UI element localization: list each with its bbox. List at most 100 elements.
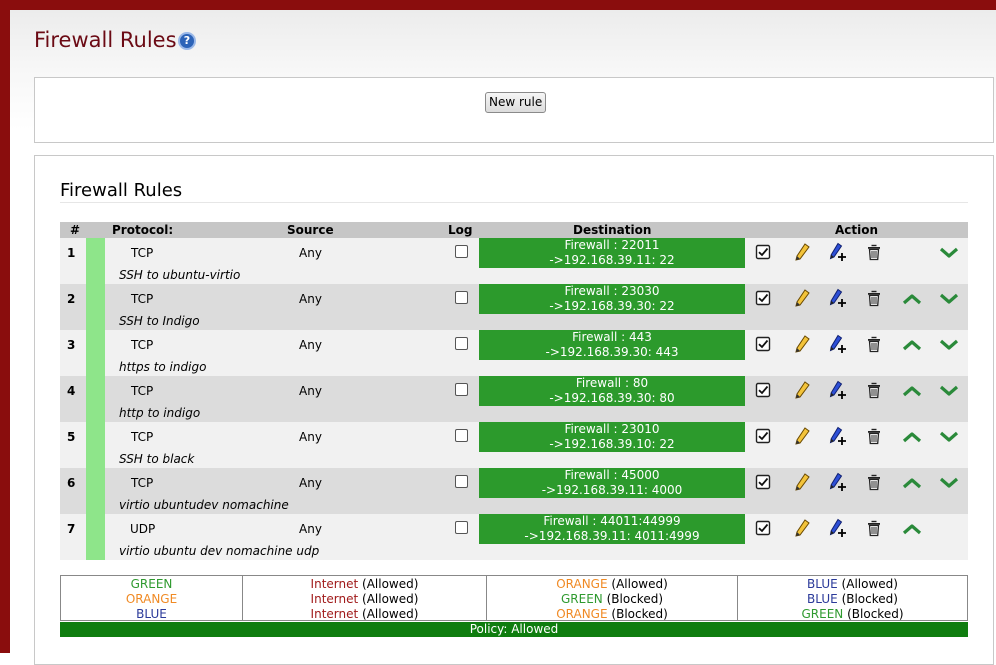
arrow-up-icon[interactable] xyxy=(902,523,922,543)
trash-icon[interactable] xyxy=(866,381,886,401)
rule-source: Any xyxy=(299,476,322,490)
rule-row: 5 TCP Any Firewall : 23010 ->192.168.39.10: … xyxy=(60,422,968,468)
pencil-add-icon[interactable] xyxy=(828,288,848,308)
trash-icon[interactable] xyxy=(866,473,886,493)
destination-target: ->192.168.39.11: 22 xyxy=(549,253,675,267)
rule-source: Any xyxy=(299,430,322,444)
arrow-up-icon[interactable] xyxy=(902,339,922,359)
left-sidebar-strip xyxy=(0,0,10,653)
rule-source: Any xyxy=(299,522,322,536)
rule-row: 7 UDP Any Firewall : 44011:44999 ->192.168.3… xyxy=(60,514,968,560)
rule-source: Any xyxy=(299,338,322,352)
top-bar xyxy=(0,0,996,10)
arrow-up-icon[interactable] xyxy=(902,431,922,451)
rule-zone-marker xyxy=(86,284,105,330)
rule-number: 1 xyxy=(67,246,76,260)
checkbox-checked-icon[interactable] xyxy=(755,244,775,264)
log-checkbox[interactable] xyxy=(455,291,468,304)
rule-row: 1 TCP Any Firewall : 22011 ->192.168.39.11: … xyxy=(60,238,968,284)
legend-entry: Internet (Allowed) xyxy=(310,592,419,606)
arrow-down-icon[interactable] xyxy=(939,339,959,359)
arrow-down-icon[interactable] xyxy=(939,431,959,451)
checkbox-checked-icon[interactable] xyxy=(755,428,775,448)
checkbox-checked-icon[interactable] xyxy=(755,474,775,494)
rule-comment: SSH to Indigo xyxy=(119,314,200,328)
rule-protocol: TCP xyxy=(131,384,154,398)
arrow-up-icon[interactable] xyxy=(902,477,922,497)
rule-zone-marker xyxy=(86,330,105,376)
pencil-add-icon[interactable] xyxy=(828,518,848,538)
rule-comment: SSH to ubuntu-virtio xyxy=(119,268,241,282)
pencil-edit-icon[interactable] xyxy=(793,426,813,446)
log-checkbox[interactable] xyxy=(455,337,468,350)
legend-col-internet: Internet (Allowed) Internet (Allowed) In… xyxy=(242,576,486,621)
rule-number: 3 xyxy=(67,338,76,352)
destination-port: Firewall : 44011:44999 xyxy=(543,514,681,528)
rule-number: 2 xyxy=(67,292,76,306)
pencil-add-icon[interactable] xyxy=(828,334,848,354)
log-checkbox[interactable] xyxy=(455,429,468,442)
pencil-edit-icon[interactable] xyxy=(793,334,813,354)
pencil-edit-icon[interactable] xyxy=(793,288,813,308)
trash-icon[interactable] xyxy=(866,335,886,355)
rule-protocol: TCP xyxy=(131,476,154,490)
arrow-down-icon[interactable] xyxy=(939,293,959,313)
arrow-down-icon[interactable] xyxy=(939,385,959,405)
legend-src-1: ORANGE xyxy=(125,592,178,606)
log-checkbox[interactable] xyxy=(455,521,468,534)
pencil-add-icon[interactable] xyxy=(828,242,848,262)
rule-number: 6 xyxy=(67,476,76,490)
section-divider xyxy=(60,202,968,203)
header-destination: Destination xyxy=(573,223,652,237)
checkbox-checked-icon[interactable] xyxy=(755,336,775,356)
new-rule-button[interactable]: New rule xyxy=(485,92,547,113)
destination-target: ->192.168.39.10: 22 xyxy=(549,437,675,451)
checkbox-checked-icon[interactable] xyxy=(755,290,775,310)
destination-port: Firewall : 45000 xyxy=(564,468,660,482)
rule-protocol: TCP xyxy=(131,246,154,260)
rule-destination: Firewall : 45000 ->192.168.39.11: 4000 xyxy=(479,468,745,498)
rule-row: 6 TCP Any Firewall : 45000 ->192.168.39.11: … xyxy=(60,468,968,514)
rule-source: Any xyxy=(299,384,322,398)
rule-protocol: TCP xyxy=(131,292,154,306)
rule-destination: Firewall : 23010 ->192.168.39.10: 22 xyxy=(479,422,745,452)
rule-protocol: TCP xyxy=(131,338,154,352)
rule-zone-marker xyxy=(86,238,105,284)
rule-destination: Firewall : 443 ->192.168.39.30: 443 xyxy=(479,330,745,360)
legend-entry: ORANGE (Blocked) xyxy=(556,607,668,621)
log-checkbox[interactable] xyxy=(455,245,468,258)
log-checkbox[interactable] xyxy=(455,383,468,396)
destination-port: Firewall : 23030 xyxy=(564,284,660,298)
question-circle-icon[interactable]: ? xyxy=(178,32,196,50)
arrow-down-icon[interactable] xyxy=(939,477,959,497)
pencil-edit-icon[interactable] xyxy=(793,242,813,262)
trash-icon[interactable] xyxy=(866,427,886,447)
arrow-up-icon[interactable] xyxy=(902,293,922,313)
pencil-edit-icon[interactable] xyxy=(793,518,813,538)
log-checkbox[interactable] xyxy=(455,475,468,488)
trash-icon[interactable] xyxy=(866,289,886,309)
checkbox-checked-icon[interactable] xyxy=(755,382,775,402)
pencil-add-icon[interactable] xyxy=(828,472,848,492)
rule-destination: Firewall : 23030 ->192.168.39.30: 22 xyxy=(479,284,745,314)
pencil-edit-icon[interactable] xyxy=(793,472,813,492)
legend-src-0: GREEN xyxy=(130,577,173,591)
destination-target: ->192.168.39.11: 4000 xyxy=(541,483,683,497)
legend-entry: ORANGE (Allowed) xyxy=(556,577,668,591)
checkbox-checked-icon[interactable] xyxy=(755,520,775,540)
rule-zone-marker xyxy=(86,514,105,560)
pencil-add-icon[interactable] xyxy=(828,426,848,446)
trash-icon[interactable] xyxy=(866,243,886,263)
trash-icon[interactable] xyxy=(866,519,886,539)
arrow-up-icon[interactable] xyxy=(902,385,922,405)
policy-bar: Policy: Allowed xyxy=(60,622,968,637)
rule-comment: SSH to black xyxy=(119,452,195,466)
destination-port: Firewall : 23010 xyxy=(564,422,660,436)
arrow-down-icon[interactable] xyxy=(939,247,959,267)
rule-protocol: TCP xyxy=(131,430,154,444)
pencil-edit-icon[interactable] xyxy=(793,380,813,400)
pencil-add-icon[interactable] xyxy=(828,380,848,400)
rule-protocol: UDP xyxy=(130,522,156,536)
new-rule-box: New rule xyxy=(34,77,994,143)
legend-entry: GREEN (Blocked) xyxy=(801,607,904,621)
